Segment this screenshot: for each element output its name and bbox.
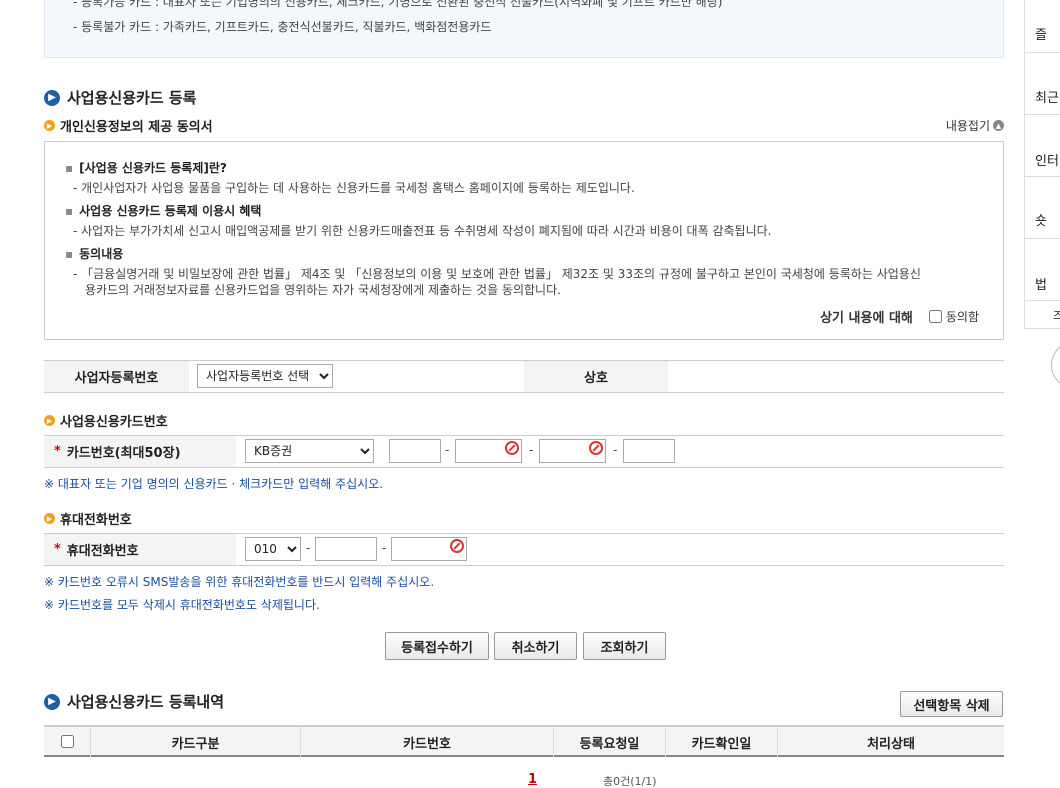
business-row: 사업자등록번호 사업자등록번호 선택 상호 <box>44 360 1004 393</box>
card-note: ※ 대표자 또는 기업 명의의 신용카드 · 체크카드만 입력해 주십시오. <box>44 477 384 491</box>
bullet-icon: ▶ <box>44 513 55 524</box>
card-number-4[interactable] <box>623 439 675 463</box>
history-table-header: 카드구분 카드번호 등록요청일 카드확인일 처리상태 <box>44 725 1004 757</box>
phone-label: * 휴대전화번호 <box>44 534 236 565</box>
submit-button[interactable]: 등록접수하기 <box>385 632 489 660</box>
card-company-select[interactable]: KB증권 <box>245 439 374 463</box>
phone-prefix-select[interactable]: 010 <box>245 537 301 561</box>
consent-desc: - 사업자는 부가가치세 신고시 매입액공제를 받기 위한 신용카드매출전표 등… <box>73 224 772 238</box>
masked-icon <box>589 441 603 455</box>
consent-heading: 사업용 신용카드 등록제 이용시 혜택 <box>65 202 261 219</box>
consent-heading: 동의내용 <box>65 245 123 262</box>
reg-no-label: 사업자등록번호 <box>44 361 189 392</box>
card-row: * 카드번호(최대50장) KB증권 - - - <box>44 435 1004 468</box>
reg-no-select[interactable]: 사업자등록번호 선택 <box>197 364 333 388</box>
consent-desc-cont: 용카드의 거래정보자료를 신용카드업을 영위하는 자가 국세청장에게 제출하는 … <box>85 283 561 297</box>
agree-row: 상기 내용에 대해 동의함 <box>820 310 979 326</box>
dash: - <box>529 443 534 457</box>
agree-checkbox[interactable] <box>928 310 942 323</box>
notice-line-allowed: - 등록가능 카드 : 대표자 또는 기업명의의 신용카드, 체크카드, 기명으… <box>73 0 723 9</box>
required-icon: * <box>54 444 61 459</box>
bullet-icon: ▶ <box>44 415 55 426</box>
quick-menu-item[interactable]: 즐 <box>1025 0 1060 53</box>
total-count: 총0건(1/1) <box>603 775 657 788</box>
page-link[interactable]: 1 <box>528 772 537 787</box>
column-header: 카드번호 <box>301 727 554 757</box>
agree-label: 동의함 <box>945 310 979 324</box>
quick-menu-item[interactable]: 숏 <box>1025 177 1060 239</box>
consent-box: [사업용 신용카드 등록제]란? - 개인사업자가 사업용 물품을 구입하는 데… <box>44 141 1004 340</box>
card-label: * 카드번호(최대50장) <box>44 436 236 467</box>
notice-box: - 등록가능 카드 : 대표자 또는 기업명의의 신용카드, 체크카드, 기명으… <box>44 0 1004 58</box>
quick-menu-item[interactable]: 법 <box>1025 239 1060 301</box>
dash: - <box>613 443 618 457</box>
card-section-title: ▶ 사업용신용카드번호 <box>44 411 168 430</box>
consent-heading: [사업용 신용카드 등록제]란? <box>65 159 227 176</box>
dash: - <box>445 443 450 457</box>
company-label: 상호 <box>524 361 668 392</box>
quick-menu-item[interactable]: 인터 <box>1025 115 1060 177</box>
phone-section-title: ▶ 휴대전화번호 <box>44 509 132 528</box>
scroll-top-button[interactable] <box>1051 341 1060 389</box>
history-section-title: ▶ 사업용신용카드 등록내역 <box>44 691 224 712</box>
phone-note-2: ※ 카드번호를 모두 삭제시 휴대전화번호도 삭제됩니다. <box>44 598 320 612</box>
consent-desc: - 개인사업자가 사업용 물품을 구입하는 데 사용하는 신용카드를 국세청 홈… <box>73 181 635 195</box>
chevron-up-icon: ▲ <box>993 120 1004 131</box>
arrow-right-icon: ▶ <box>44 693 60 710</box>
cancel-button[interactable]: 취소하기 <box>494 632 577 660</box>
delete-selected-button[interactable]: 선택항목 삭제 <box>900 691 1003 717</box>
consent-title: ▶ 개인신용정보의 제공 동의서 <box>44 116 213 135</box>
card-number-1[interactable] <box>389 439 441 463</box>
column-header: 등록요청일 <box>554 727 666 757</box>
phone-note-1: ※ 카드번호 오류시 SMS발송을 위한 휴대전화번호를 반드시 입력해 주십시… <box>44 575 435 589</box>
phone-row: * 휴대전화번호 010 - - <box>44 533 1004 566</box>
quick-menu-item[interactable]: 최근 <box>1025 53 1060 115</box>
quick-menu-panel: 즐 최근 인터 숏 법 즈 <box>1024 0 1060 329</box>
column-header: 카드확인일 <box>666 727 778 757</box>
column-header: 처리상태 <box>867 736 915 752</box>
search-button[interactable]: 조회하기 <box>583 632 666 660</box>
column-header: 카드구분 <box>91 727 301 757</box>
checkbox-column <box>44 727 91 757</box>
arrow-right-icon: ▶ <box>44 89 60 106</box>
phone-middle-input[interactable] <box>315 537 377 561</box>
consent-desc: - 「금융실명거래 및 비밀보장에 관한 법률」 제4조 및 「신용정보의 이용… <box>73 267 921 281</box>
masked-icon <box>505 441 519 455</box>
required-icon: * <box>54 542 61 557</box>
dash: - <box>306 541 311 555</box>
quick-menu-item[interactable]: 즈 <box>1025 301 1060 330</box>
notice-line-disallowed: - 등록불가 카드 : 가족카드, 기프트카드, 충전식선불카드, 직불카드, … <box>73 20 492 34</box>
register-section-title: ▶ 사업용신용카드 등록 <box>44 87 196 108</box>
dash: - <box>382 541 387 555</box>
bullet-icon: ▶ <box>44 120 55 131</box>
collapse-content-link[interactable]: 내용접기 ▲ <box>946 117 1004 134</box>
masked-icon <box>450 539 464 553</box>
